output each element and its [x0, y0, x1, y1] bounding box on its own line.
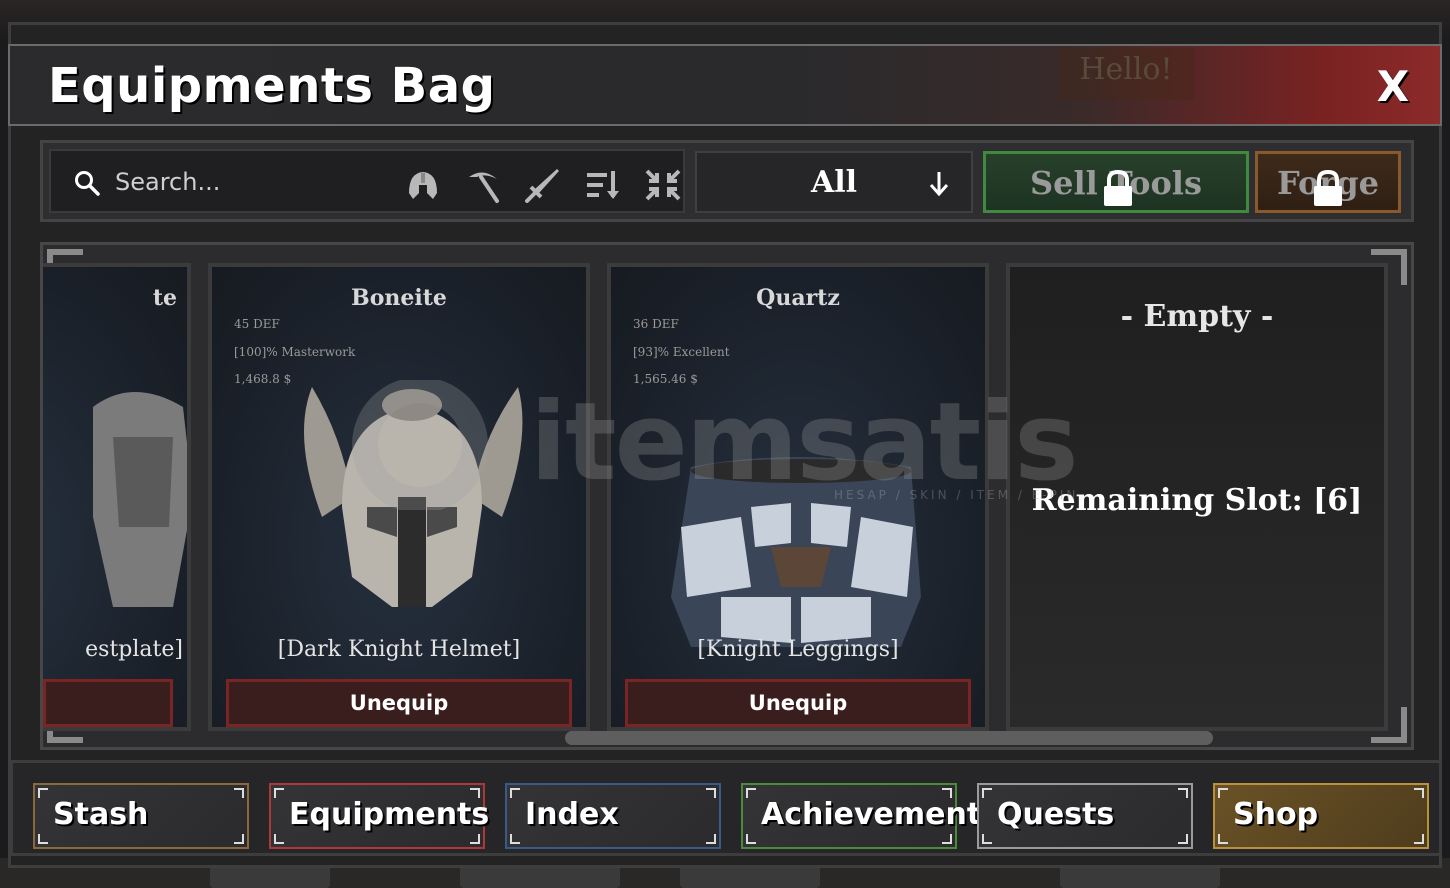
button-corner [274, 834, 284, 844]
unequip-button[interactable] [43, 679, 173, 727]
nav-label: Index [525, 797, 619, 832]
item-title: [Knight Leggings] [697, 637, 899, 662]
sword-icon[interactable] [523, 165, 563, 205]
nav-label: Stash [53, 797, 149, 832]
window-header: Hello! Equipments Bag X [8, 44, 1442, 126]
equipment-card[interactable]: Quartz 36 DEF [93]% Excellent 1,565.46 $… [607, 263, 989, 731]
arrow-down-icon [929, 172, 949, 197]
helmet-icon[interactable] [403, 165, 443, 205]
toolbar: All Sell Tools Forge [40, 140, 1414, 222]
empty-slot-card: - Empty - Remaining Slot: [6] [1006, 263, 1388, 731]
item-title: estplate] [85, 637, 183, 662]
item-material: Boneite [351, 285, 447, 311]
nav-quests-button[interactable]: Quests [977, 783, 1193, 849]
button-corner [38, 788, 48, 798]
button-corner [746, 788, 756, 798]
collapse-icon[interactable] [643, 165, 683, 205]
lock-icon [1314, 169, 1342, 206]
button-corner [706, 834, 716, 844]
equipment-card[interactable]: Boneite 45 DEF [100]% Masterwork 1,468.8… [208, 263, 590, 731]
button-corner [942, 788, 952, 798]
button-corner [1414, 834, 1424, 844]
nav-equipments-button[interactable]: Equipments [269, 783, 489, 849]
item-defense: 36 DEF [633, 317, 679, 331]
button-corner [234, 788, 244, 798]
nav-label: Shop [1233, 797, 1319, 832]
nav-label: Achievements [761, 797, 1000, 832]
equipment-list[interactable]: te estplate] Boneite 45 DEF [100]% Maste… [40, 242, 1414, 750]
sort-icon[interactable] [583, 165, 623, 205]
nav-label: Quests [997, 797, 1115, 832]
nav-stash-button[interactable]: Stash [33, 783, 249, 849]
pickaxe-icon[interactable] [463, 165, 503, 205]
item-material: te [152, 285, 177, 311]
button-corner [1218, 788, 1228, 798]
bottom-nav: Stash Equipments Index Achievements Quests Sh… [10, 760, 1442, 856]
search-input[interactable] [113, 161, 387, 203]
window-title: Equipments Bag [48, 58, 496, 114]
button-corner [1414, 788, 1424, 798]
background-hello-sign: Hello! [1058, 48, 1194, 100]
equipment-card[interactable]: te estplate] [43, 263, 191, 731]
button-corner [942, 834, 952, 844]
close-button[interactable]: X [1368, 62, 1418, 112]
button-corner [982, 834, 992, 844]
button-corner [1178, 834, 1188, 844]
button-corner [510, 788, 520, 798]
button-corner [1178, 788, 1188, 798]
nav-achievements-button[interactable]: Achievements [741, 783, 999, 849]
item-title: [Dark Knight Helmet] [277, 637, 521, 662]
search-box [49, 149, 685, 213]
unequip-button[interactable]: Unequip [625, 679, 971, 727]
category-dropdown[interactable]: All [695, 151, 973, 213]
chestplate-image [93, 392, 187, 607]
button-corner [234, 834, 244, 844]
item-quality: [93]% Excellent [633, 345, 730, 359]
item-quality: [100]% Masterwork [234, 345, 356, 359]
button-corner [1218, 834, 1228, 844]
lock-icon [1104, 169, 1132, 206]
button-corner [510, 834, 520, 844]
nav-label: Equipments [289, 797, 490, 832]
horizontal-scrollbar[interactable] [565, 731, 1213, 745]
remaining-slot-text: Remaining Slot: [6] [1031, 483, 1363, 518]
search-icon [75, 171, 100, 196]
nav-index-button[interactable]: Index [505, 783, 721, 849]
button-corner [706, 788, 716, 798]
item-price: 1,565.46 $ [633, 372, 698, 386]
button-corner [470, 788, 480, 798]
forge-button[interactable]: Forge [1255, 151, 1401, 213]
button-corner [470, 834, 480, 844]
item-material: Quartz [756, 285, 840, 311]
helmet-image [304, 387, 523, 607]
unequip-button[interactable]: Unequip [226, 679, 572, 727]
button-corner [982, 788, 992, 798]
nav-shop-button[interactable]: Shop [1213, 783, 1429, 849]
button-corner [746, 834, 756, 844]
sell-tools-button[interactable]: Sell Tools [983, 151, 1249, 213]
button-corner [38, 834, 48, 844]
button-corner [274, 788, 284, 798]
empty-slot-title: - Empty - [1120, 299, 1274, 334]
item-defense: 45 DEF [234, 317, 280, 331]
